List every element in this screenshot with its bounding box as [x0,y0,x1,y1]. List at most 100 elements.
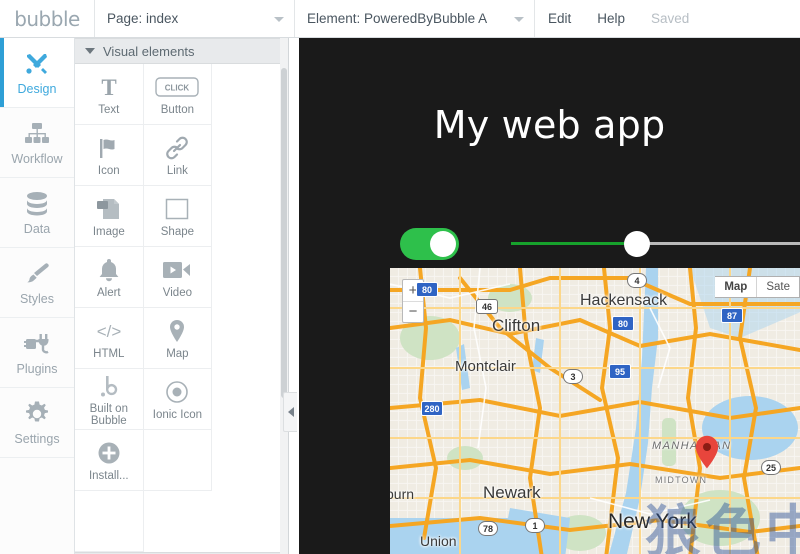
plug-icon [24,329,50,359]
collapse-panel-handle[interactable] [283,392,297,432]
sidebar-item-label: Design [17,82,57,96]
palette-item-label: Link [166,164,188,177]
green-toggle-switch[interactable] [400,228,459,260]
palette-item-install[interactable]: Install... [75,430,144,491]
sidebar-item-plugins[interactable]: Plugins [0,318,74,388]
palette-item-alert[interactable]: Alert [75,247,144,308]
svg-text:CLICK: CLICK [165,83,190,92]
video-camera-icon [163,256,191,284]
sidebar-item-styles[interactable]: Styles [0,248,74,318]
route-shield-i95: 95 [609,364,631,379]
sidebar-item-label: Data [23,222,51,236]
toggle-knob [430,231,456,257]
svg-text:</>: </> [97,322,122,341]
palette-item-text[interactable]: T Text [75,64,144,125]
palette-item-video[interactable]: Video [143,247,213,308]
palette-item-icon[interactable]: Icon [75,125,144,186]
slider-empty-track [636,242,800,245]
page-selector-dropdown[interactable]: Page: index [95,0,295,37]
sidebar-item-label: Plugins [16,362,58,376]
red-map-pin[interactable] [695,435,719,469]
map-label-new-york: New York [608,510,697,533]
plus-circle-icon [97,439,121,467]
palette-item-label: Button [160,103,195,116]
code-brackets-icon: </> [92,317,126,345]
page-selector-label: Page: index [107,11,179,26]
bubble-logo[interactable]: bubble [0,0,95,37]
sidebar-item-data[interactable]: Data [0,178,74,248]
palette-item-shape[interactable]: Shape [143,186,213,247]
palette-item-label: Video [162,286,192,299]
sidebar-item-label: Workflow [11,152,63,166]
design-tools-icon [24,49,50,79]
section-title: Visual elements [103,43,195,59]
slider-filled-track [511,242,636,245]
route-shield-78: 78 [478,521,498,536]
workflow-hierarchy-icon [24,119,50,149]
map-type-switcher[interactable]: Map Sate [715,276,800,298]
menu-edit[interactable]: Edit [535,0,584,37]
map-label-hackensack: Hackensack [580,292,668,309]
visual-elements-grid: T Text CLICK Button Icon Link Image Shap… [75,64,280,552]
palette-item-html[interactable]: </> HTML [75,308,144,369]
palette-item-map[interactable]: Map [143,308,213,369]
palette-item-image[interactable]: Image [75,186,144,247]
sidebar-item-design[interactable]: Design [0,38,74,108]
chevron-left-icon [287,407,294,417]
map-label-burn: burn [390,486,415,502]
range-slider[interactable] [511,231,800,257]
bubble-editor-window: bubble Page: index Element: PoweredByBub… [0,0,800,554]
paintbrush-icon [24,259,50,289]
map-pin-icon [168,317,186,345]
palette-empty-cell [75,491,144,552]
slider-handle[interactable] [624,231,650,257]
sidebar-item-label: Settings [14,432,60,446]
map-label-union: Union [420,533,457,549]
section-header-visual-elements[interactable]: Visual elements [75,38,280,64]
database-icon [25,189,49,219]
route-shield-4: 4 [627,273,647,288]
palette-item-ionic-icon[interactable]: Ionic Icon [143,369,213,430]
palette-item-link[interactable]: Link [143,125,213,186]
sidebar-item-settings[interactable]: Settings [0,388,74,458]
panel-scrollbar[interactable] [280,38,288,554]
flag-icon [97,134,121,162]
menu-help[interactable]: Help [584,0,638,37]
top-toolbar: bubble Page: index Element: PoweredByBub… [0,0,800,38]
bubble-b-icon [98,372,120,400]
square-outline-icon [165,195,189,223]
map-label-midtown: MIDTOWN [655,475,708,485]
elements-palette-panel: Visual elements T Text CLICK Button Icon… [75,38,289,554]
map-type-map[interactable]: Map [715,277,756,297]
chevron-down-icon [85,48,95,54]
logo-text: bubble [14,6,80,31]
palette-item-built-on-bubble[interactable]: Built on Bubble [75,369,144,430]
save-status: Saved [651,11,690,26]
palette-item-button[interactable]: CLICK Button [143,64,213,125]
map-label-montclair: Montclair [455,358,516,375]
element-selector-label: Element: PoweredByBubble A [307,11,488,26]
route-shield-1: 1 [525,518,545,533]
map-widget[interactable]: + − Map Sate 80 46 280 3 4 80 95 87 25 1… [390,268,800,554]
map-label-newark: Newark [483,483,541,502]
click-button-icon: CLICK [155,73,200,101]
chevron-down-icon [514,16,524,22]
route-shield-i80-b: 80 [612,316,634,331]
app-canvas[interactable]: My web app + − Map Sate 80 46 280 3 4 80… [299,38,800,554]
route-shield-i280: 280 [421,401,443,416]
map-label-manhattan: MANHATTAN [652,440,732,452]
chain-link-icon [164,134,190,162]
palette-item-label: HTML [93,347,125,360]
sidebar-item-workflow[interactable]: Workflow [0,108,74,178]
palette-item-label: Alert [96,286,121,299]
zoom-out-button[interactable]: − [403,302,423,323]
map-type-satellite[interactable]: Sate [756,277,799,297]
serif-t-icon: T [99,73,119,101]
palette-item-label: Text [98,103,120,116]
gear-icon [24,399,50,429]
palette-empty-cell [143,430,213,491]
scrollbar-thumb[interactable] [281,68,287,398]
svg-text:T: T [101,76,116,98]
sidebar-item-label: Styles [19,292,55,306]
element-selector-dropdown[interactable]: Element: PoweredByBubble A [295,0,535,37]
